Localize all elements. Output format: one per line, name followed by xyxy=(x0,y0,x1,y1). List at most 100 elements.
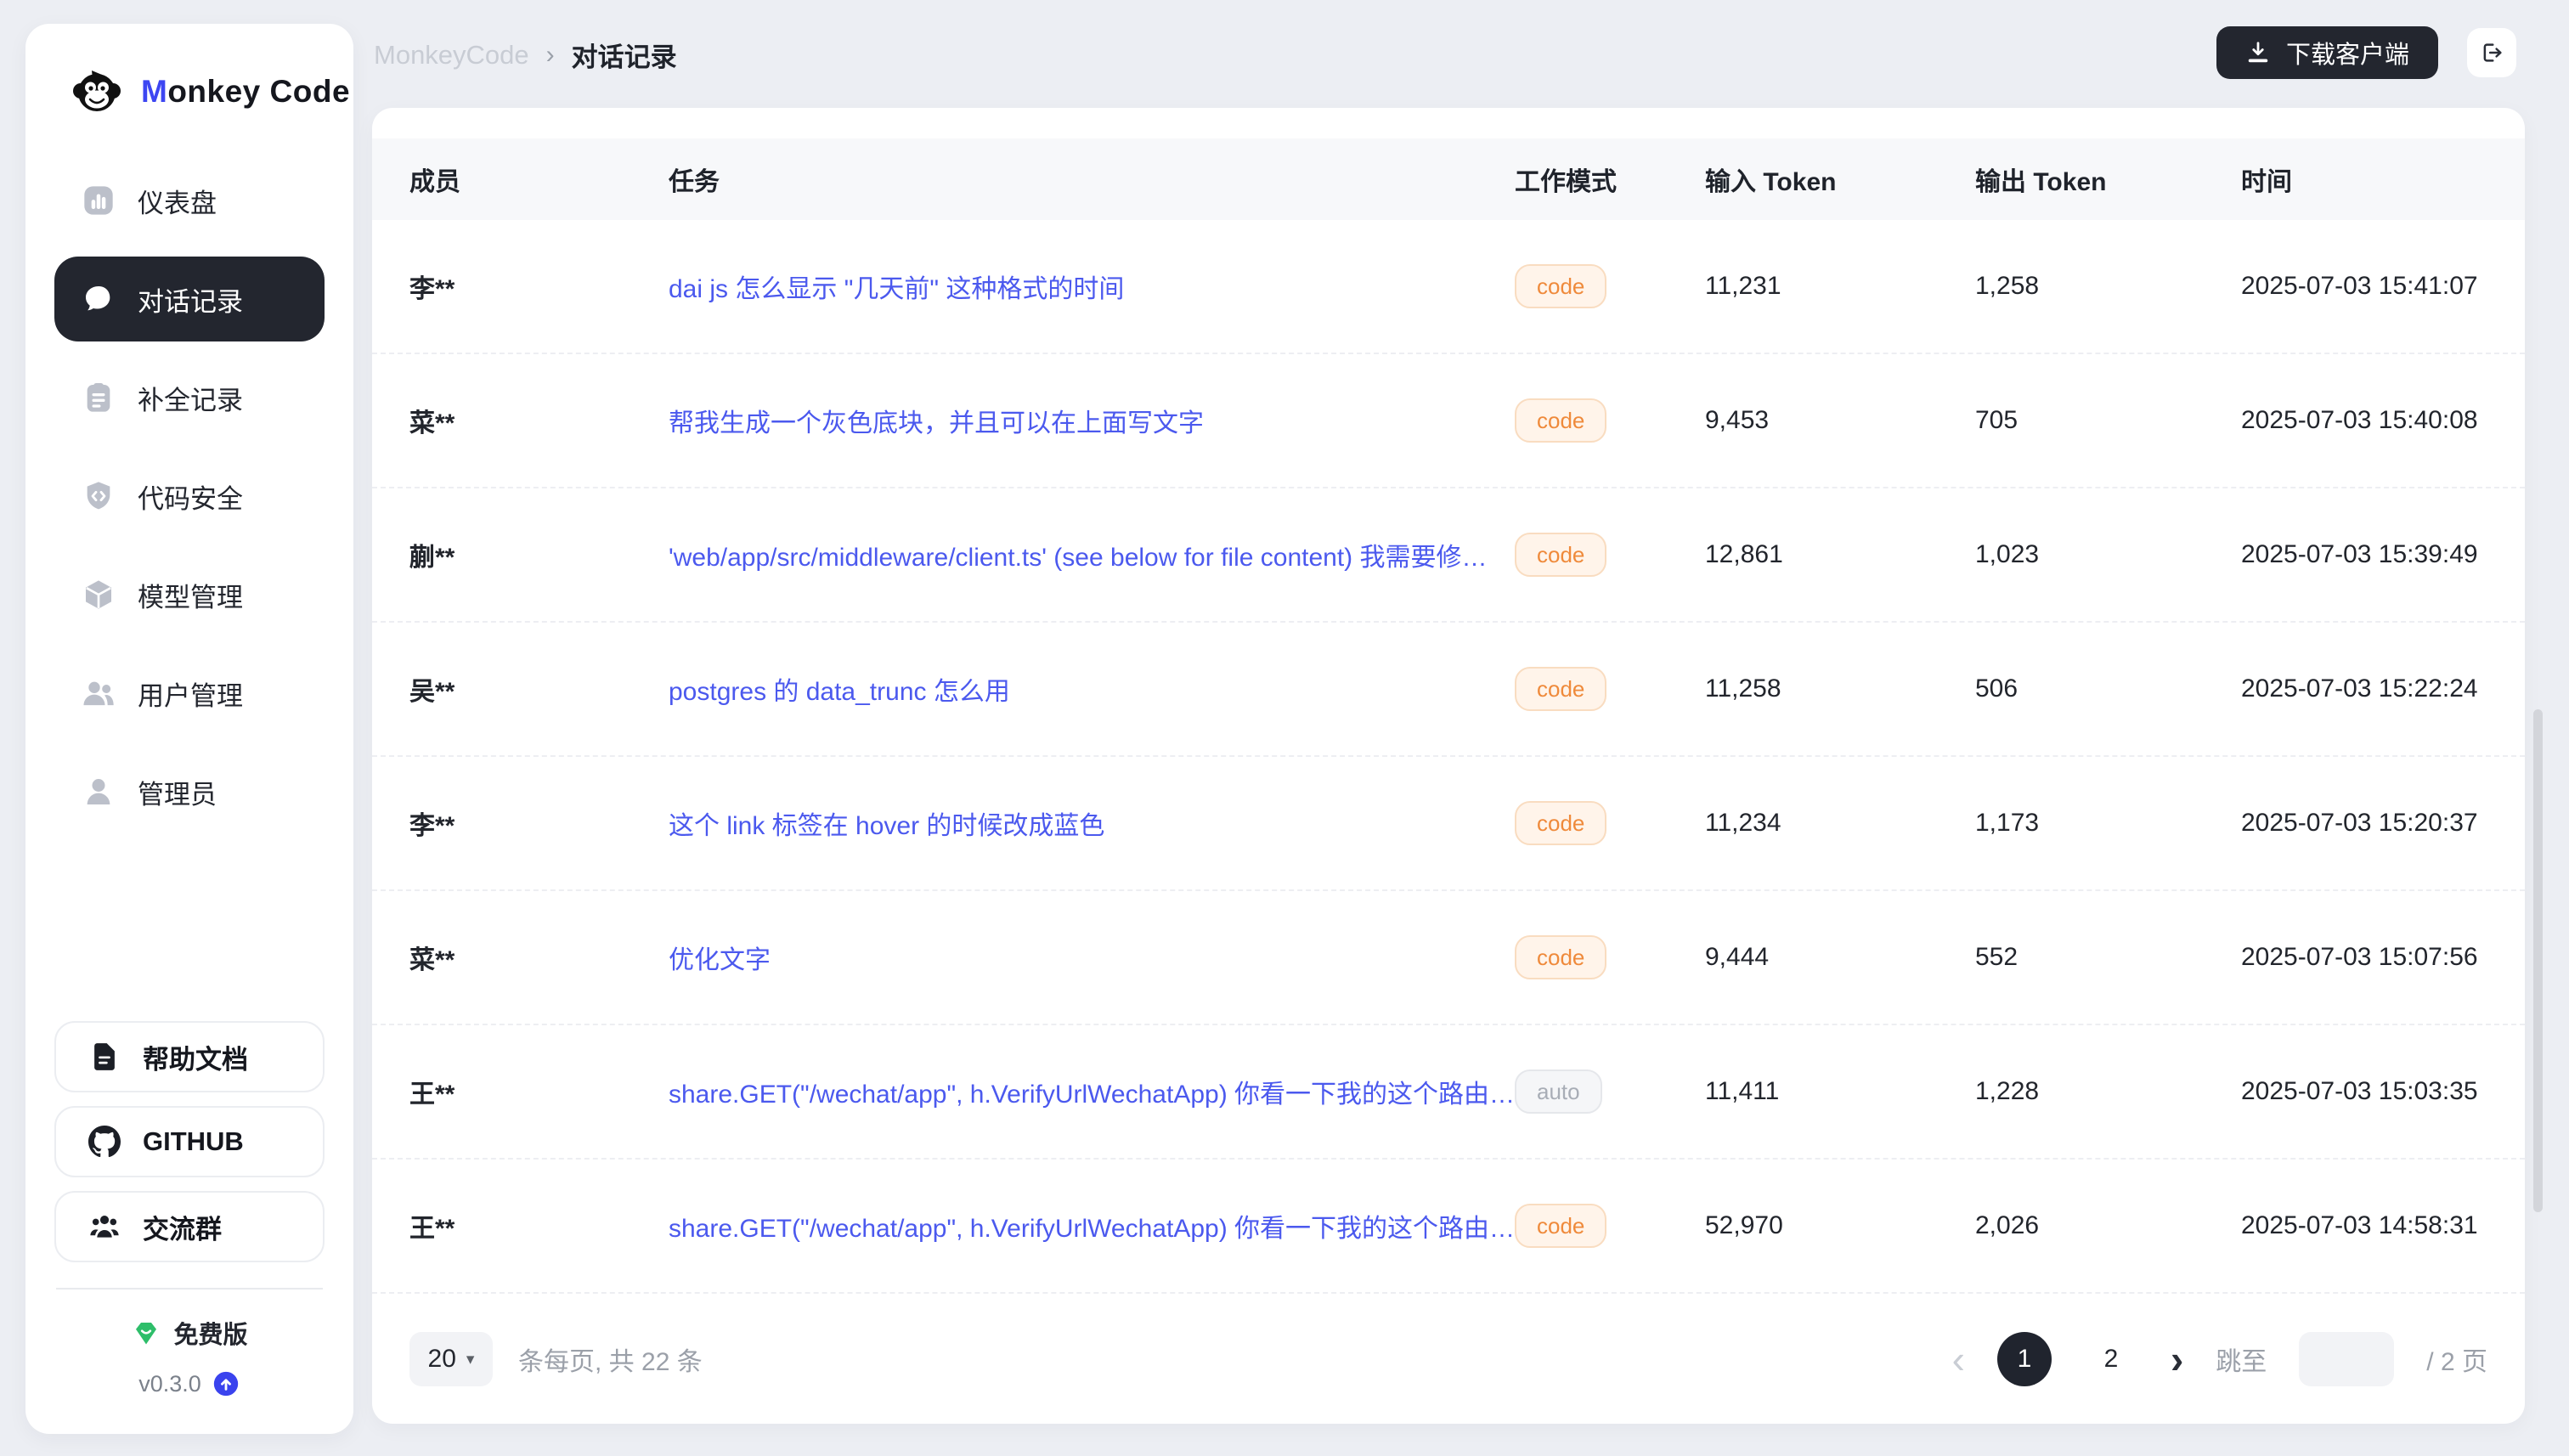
sidebar-item-admin[interactable]: 管理员 xyxy=(54,749,325,834)
sidebar-item-chat-records[interactable]: 对话记录 xyxy=(54,257,325,341)
task-link[interactable]: 优化文字 xyxy=(669,939,1515,976)
table-row: 李** dai js 怎么显示 "几天前" 这种格式的时间 code 11,23… xyxy=(372,220,2525,354)
sidebar-item-label: 管理员 xyxy=(138,773,217,811)
chat-records-table-card: 成员 任务 工作模式 输入 Token 输出 Token 时间 李** dai … xyxy=(372,108,2525,1424)
table-row: 李** 这个 link 标签在 hover 的时候改成蓝色 code 11,23… xyxy=(372,757,2525,891)
task-link[interactable]: share.GET("/wechat/app", h.VerifyUrlWech… xyxy=(669,1073,1515,1110)
timestamp: 2025-07-03 15:03:35 xyxy=(2241,1077,2487,1106)
completion-icon xyxy=(82,381,116,415)
caret-down-icon: ▾ xyxy=(466,1350,475,1369)
mode-badge: code xyxy=(1515,801,1606,845)
table-row: 菜** 帮我生成一个灰色底块，并且可以在上面写文字 code 9,453 705… xyxy=(372,354,2525,488)
mode-badge: auto xyxy=(1515,1069,1602,1114)
sidebar-item-dashboard[interactable]: 仪表盘 xyxy=(54,158,325,243)
table-header: 成员 任务 工作模式 输入 Token 输出 Token 时间 xyxy=(372,138,2525,220)
sidebar-item-label: 对话记录 xyxy=(138,280,243,319)
sidebar-item-label: 仪表盘 xyxy=(138,182,217,220)
github-label: GITHUB xyxy=(143,1126,244,1157)
sidebar-item-model-management[interactable]: 模型管理 xyxy=(54,552,325,637)
chevron-right-icon: › xyxy=(546,41,555,70)
page-2-button[interactable]: 2 xyxy=(2084,1332,2138,1386)
scrollbar[interactable] xyxy=(2533,709,2543,1212)
plan-label: 免费版 xyxy=(173,1315,247,1351)
mode-badge: code xyxy=(1515,264,1606,308)
member-name: 蒯** xyxy=(409,536,669,573)
sidebar-item-completion-records[interactable]: 补全记录 xyxy=(54,355,325,440)
total-pages-label: / 2 页 xyxy=(2426,1340,2487,1378)
download-client-button[interactable]: 下载客户端 xyxy=(2216,26,2438,79)
member-name: 菜** xyxy=(409,402,669,439)
community-group-label: 交流群 xyxy=(143,1208,222,1246)
admin-icon xyxy=(82,775,116,809)
upgrade-icon[interactable] xyxy=(212,1369,240,1398)
jump-page-input[interactable] xyxy=(2299,1332,2394,1386)
input-tokens: 9,453 xyxy=(1705,406,1975,435)
timestamp: 2025-07-03 15:41:07 xyxy=(2241,272,2487,301)
task-link[interactable]: postgres 的 data_trunc 怎么用 xyxy=(669,670,1515,708)
pagination-bar: 20 ▾ 条每页, 共 22 条 ‹ 1 2 › 跳至 / 2 页 xyxy=(372,1295,2525,1424)
output-tokens: 1,228 xyxy=(1975,1077,2241,1106)
mode-badge: code xyxy=(1515,398,1606,443)
version-label: v0.3.0 xyxy=(138,1371,201,1397)
input-tokens: 11,234 xyxy=(1705,809,1975,838)
input-tokens: 12,861 xyxy=(1705,540,1975,569)
code-shield-icon xyxy=(82,479,116,513)
output-tokens: 1,023 xyxy=(1975,540,2241,569)
breadcrumb: MonkeyCode › 对话记录 xyxy=(374,36,677,74)
member-name: 李** xyxy=(409,268,669,305)
sidebar-item-user-management[interactable]: 用户管理 xyxy=(54,651,325,736)
page-size-select[interactable]: 20 ▾ xyxy=(409,1332,493,1386)
member-name: 吴** xyxy=(409,670,669,708)
task-link[interactable]: 帮我生成一个灰色底块，并且可以在上面写文字 xyxy=(669,402,1515,439)
page-1-button[interactable]: 1 xyxy=(1997,1332,2052,1386)
page-size-value: 20 xyxy=(428,1345,456,1374)
github-icon xyxy=(88,1126,121,1158)
col-member: 成员 xyxy=(409,161,669,198)
task-link[interactable]: 'web/app/src/middleware/client.ts' (see … xyxy=(669,536,1515,573)
sidebar-footer: 帮助文档 GITHUB 交流群 免费版 v0.3.0 xyxy=(25,1021,353,1434)
sidebar-item-label: 代码安全 xyxy=(138,477,243,516)
logout-button[interactable] xyxy=(2467,28,2516,77)
download-client-label: 下载客户端 xyxy=(2286,35,2409,71)
output-tokens: 2,026 xyxy=(1975,1211,2241,1240)
community-group-button[interactable]: 交流群 xyxy=(54,1191,325,1262)
github-button[interactable]: GITHUB xyxy=(54,1106,325,1177)
member-name: 王** xyxy=(409,1073,669,1110)
timestamp: 2025-07-03 15:20:37 xyxy=(2241,809,2487,838)
jump-to-label: 跳至 xyxy=(2216,1340,2267,1378)
input-tokens: 11,258 xyxy=(1705,674,1975,703)
plan-badge: 免费版 xyxy=(54,1315,325,1351)
next-page-button[interactable]: › xyxy=(2171,1340,2183,1379)
sidebar-item-label: 补全记录 xyxy=(138,379,243,417)
download-icon xyxy=(2245,40,2271,65)
output-tokens: 1,258 xyxy=(1975,272,2241,301)
sidebar-divider xyxy=(56,1288,323,1290)
col-output-token: 输出 Token xyxy=(1975,161,2241,198)
breadcrumb-root[interactable]: MonkeyCode xyxy=(374,40,529,71)
timestamp: 2025-07-03 15:07:56 xyxy=(2241,943,2487,972)
dashboard-icon xyxy=(82,183,116,217)
logout-icon xyxy=(2479,40,2504,65)
table-row: 王** share.GET("/wechat/app", h.VerifyUrl… xyxy=(372,1160,2525,1294)
col-input-token: 输入 Token xyxy=(1705,161,1975,198)
prev-page-button[interactable]: ‹ xyxy=(1952,1340,1965,1379)
col-mode: 工作模式 xyxy=(1515,161,1705,198)
mode-badge: code xyxy=(1515,935,1606,979)
mode-badge: code xyxy=(1515,1204,1606,1248)
help-docs-button[interactable]: 帮助文档 xyxy=(54,1021,325,1092)
output-tokens: 552 xyxy=(1975,943,2241,972)
monkey-logo-icon xyxy=(70,65,124,119)
sidebar-item-code-security[interactable]: 代码安全 xyxy=(54,454,325,539)
doc-icon xyxy=(88,1041,121,1073)
task-link[interactable]: share.GET("/wechat/app", h.VerifyUrlWech… xyxy=(669,1207,1515,1244)
task-link[interactable]: dai js 怎么显示 "几天前" 这种格式的时间 xyxy=(669,268,1515,305)
table-row: 王** share.GET("/wechat/app", h.VerifyUrl… xyxy=(372,1025,2525,1160)
help-docs-label: 帮助文档 xyxy=(143,1038,248,1076)
per-page-summary: 条每页, 共 22 条 xyxy=(518,1340,703,1378)
app-logo: Monkey Code xyxy=(25,24,353,158)
mode-badge: code xyxy=(1515,667,1606,711)
timestamp: 2025-07-03 15:39:49 xyxy=(2241,540,2487,569)
gem-icon xyxy=(131,1318,161,1348)
task-link[interactable]: 这个 link 标签在 hover 的时候改成蓝色 xyxy=(669,804,1515,842)
member-name: 李** xyxy=(409,804,669,842)
